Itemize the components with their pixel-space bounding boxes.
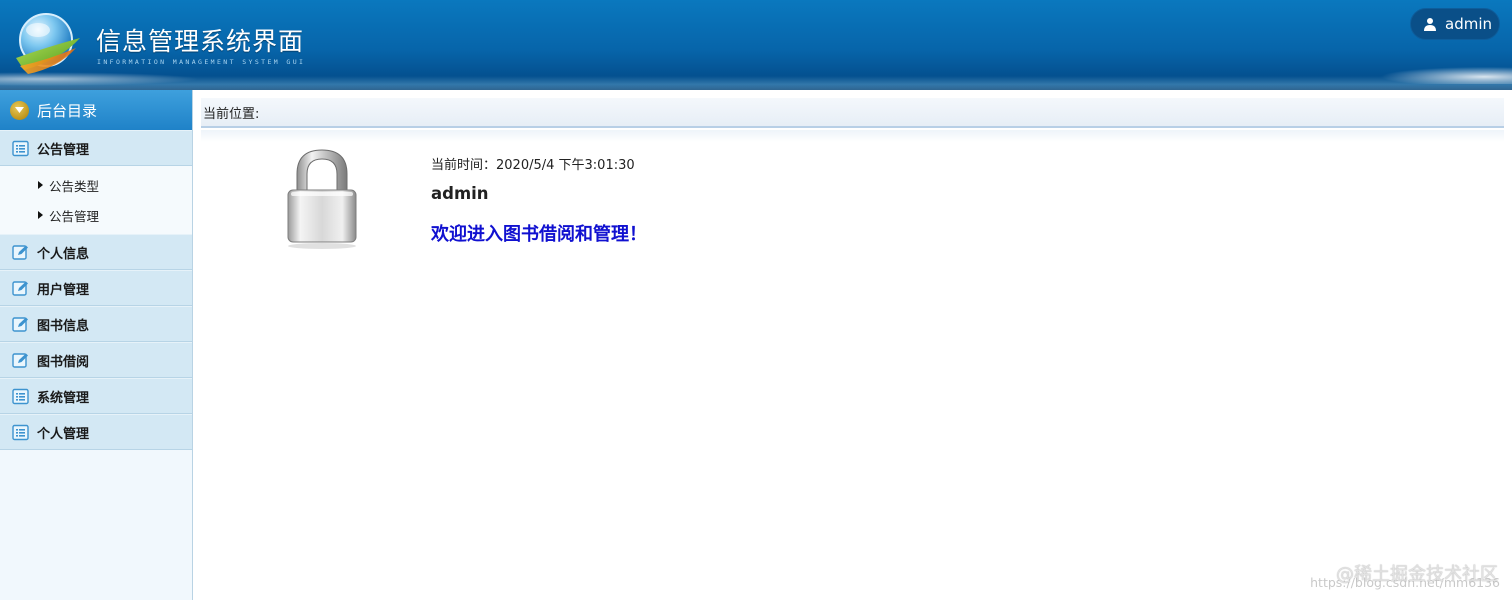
sidebar-heading[interactable]: 后台目录 — [0, 90, 192, 130]
sidebar-item-personal-management[interactable]: 个人管理 — [0, 414, 192, 450]
watermark-site: @稀土掘金技术社区 — [1336, 564, 1498, 585]
edit-icon — [12, 280, 28, 296]
top-header: 信息管理系统界面 INFORMATION MANAGEMENT SYSTEM G… — [0, 0, 1512, 90]
app-subtitle: INFORMATION MANAGEMENT SYSTEM GUI — [97, 58, 306, 66]
sidebar-subitem-label: 公告类型 — [49, 178, 100, 194]
sidebar-subitem-label: 公告管理 — [49, 208, 100, 224]
user-menu-button[interactable]: admin — [1410, 8, 1500, 40]
main-content: 当前位置: 当前时间：2020/5/4 下午3:01:30 admin 欢迎进入… — [193, 90, 1512, 600]
sidebar-item-label: 个人管理 — [37, 426, 90, 442]
edit-icon — [12, 352, 28, 368]
breadcrumb: 当前位置: — [201, 98, 1504, 128]
sidebar-item-book-borrow[interactable]: 图书借阅 — [0, 342, 192, 378]
current-username: admin — [431, 184, 489, 203]
sidebar-submenu: 公告类型 公告管理 — [0, 166, 192, 234]
triangle-right-icon — [38, 211, 43, 219]
edit-icon — [12, 244, 28, 260]
list-icon — [12, 388, 29, 404]
sidebar-subitem-notice-type[interactable]: 公告类型 — [0, 170, 192, 200]
sidebar-item-system-management[interactable]: 系统管理 — [0, 378, 192, 414]
sidebar-item-label: 个人信息 — [37, 246, 90, 262]
sidebar-item-user-management[interactable]: 用户管理 — [0, 270, 192, 306]
sidebar-item-label: 图书信息 — [37, 318, 90, 334]
padlock-icon — [287, 149, 357, 249]
triangle-right-icon — [38, 181, 43, 189]
breadcrumb-label: 当前位置: — [203, 106, 260, 122]
sidebar: 后台目录 公告管理 公告类型 公告管理 个人信息 用户管理 图书信息 图书借阅 … — [0, 90, 193, 600]
sidebar-item-personal-info[interactable]: 个人信息 — [0, 234, 192, 270]
sidebar-item-label: 图书借阅 — [37, 354, 90, 370]
app-title: 信息管理系统界面 — [96, 27, 305, 56]
sidebar-subitem-notice-manage[interactable]: 公告管理 — [0, 200, 192, 230]
sidebar-item-book-info[interactable]: 图书信息 — [0, 306, 192, 342]
breadcrumb-shadow — [201, 130, 1504, 142]
chevron-down-icon — [10, 100, 29, 120]
globe-logo-icon — [16, 13, 80, 74]
sidebar-item-label: 系统管理 — [37, 390, 90, 406]
sidebar-heading-label: 后台目录 — [37, 101, 98, 120]
sidebar-item-label: 公告管理 — [37, 142, 90, 158]
current-time: 当前时间：2020/5/4 下午3:01:30 — [431, 158, 635, 173]
header-swoosh-right — [1372, 66, 1512, 84]
user-icon — [1424, 18, 1436, 31]
list-icon — [12, 140, 29, 156]
user-name: admin — [1445, 15, 1492, 33]
sidebar-item-label: 用户管理 — [37, 282, 90, 298]
edit-icon — [12, 316, 28, 332]
header-shine — [0, 76, 1512, 90]
list-icon — [12, 424, 29, 440]
welcome-message: 欢迎进入图书借阅和管理！ — [431, 224, 647, 245]
sidebar-item-notice-management[interactable]: 公告管理 — [0, 130, 192, 166]
